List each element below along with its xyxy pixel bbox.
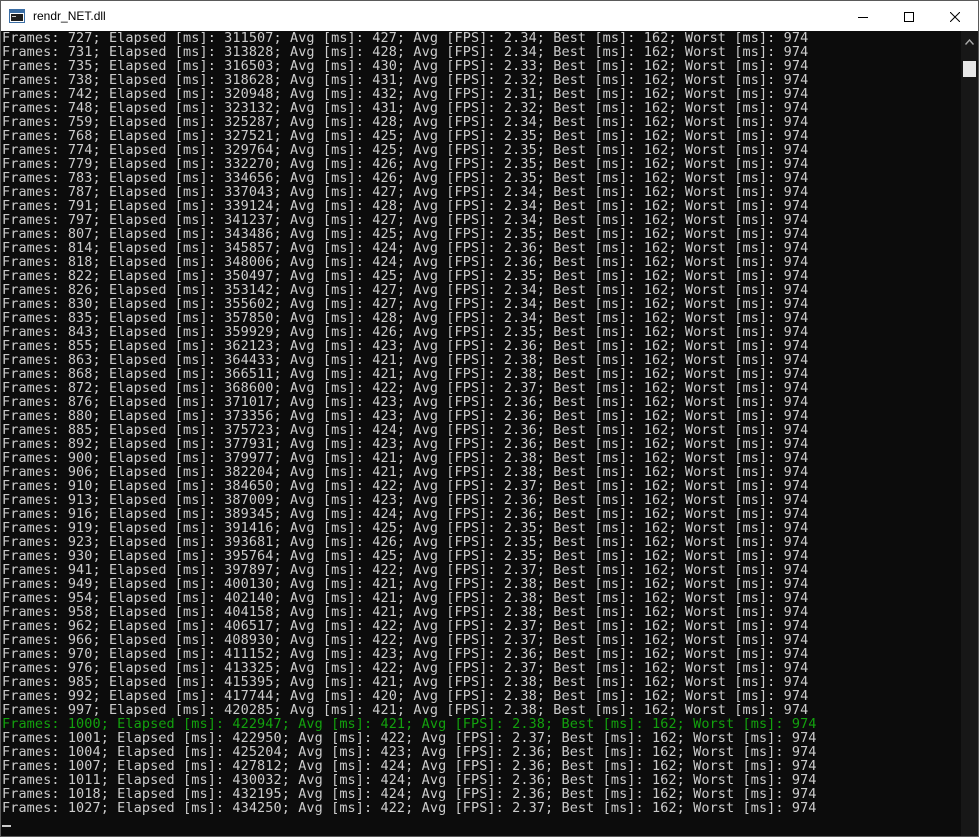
- console-line: Frames: 1018; Elapsed [ms]: 432195; Avg …: [2, 786, 817, 802]
- console-output[interactable]: Frames: 727; Elapsed [ms]: 311507; Avg […: [1, 31, 961, 836]
- console-line: Frames: 814; Elapsed [ms]: 345857; Avg […: [2, 240, 809, 256]
- close-icon: [949, 7, 961, 26]
- console-line: Frames: 791; Elapsed [ms]: 339124; Avg […: [2, 198, 809, 214]
- console-line: Frames: 962; Elapsed [ms]: 406517; Avg […: [2, 618, 809, 634]
- console-line: Frames: 892; Elapsed [ms]: 377931; Avg […: [2, 436, 809, 452]
- console-line: Frames: 958; Elapsed [ms]: 404158; Avg […: [2, 604, 809, 620]
- console-line: Frames: 910; Elapsed [ms]: 384650; Avg […: [2, 478, 809, 494]
- window-title: rendr_NET.dll: [33, 9, 106, 23]
- console-line: Frames: 787; Elapsed [ms]: 337043; Avg […: [2, 184, 809, 200]
- chevron-up-icon: [964, 30, 975, 49]
- console-line: Frames: 759; Elapsed [ms]: 325287; Avg […: [2, 114, 809, 130]
- console-line: Frames: 748; Elapsed [ms]: 323132; Avg […: [2, 100, 809, 116]
- console-line: Frames: 985; Elapsed [ms]: 415395; Avg […: [2, 674, 809, 690]
- console-line: Frames: 807; Elapsed [ms]: 343486; Avg […: [2, 226, 809, 242]
- window-controls: [840, 1, 978, 31]
- console-line: Frames: 855; Elapsed [ms]: 362123; Avg […: [2, 338, 809, 354]
- console-line: Frames: 738; Elapsed [ms]: 318628; Avg […: [2, 72, 809, 88]
- close-button[interactable]: [932, 1, 978, 31]
- console-line: Frames: 992; Elapsed [ms]: 417744; Avg […: [2, 688, 809, 704]
- console-window-icon: [9, 9, 25, 23]
- console-window: rendr_NET.dll Frames: 727; Elapsed [ms]:…: [0, 0, 979, 837]
- maximize-button[interactable]: [886, 1, 932, 31]
- scroll-up-button[interactable]: [961, 31, 978, 48]
- console-line: Frames: 966; Elapsed [ms]: 408930; Avg […: [2, 632, 809, 648]
- maximize-icon: [904, 7, 914, 26]
- console-line: Frames: 913; Elapsed [ms]: 387009; Avg […: [2, 492, 809, 508]
- console-line: Frames: 919; Elapsed [ms]: 391416; Avg […: [2, 520, 809, 536]
- console-line-highlighted: Frames: 1000; Elapsed [ms]: 422947; Avg …: [2, 716, 817, 732]
- console-line: Frames: 997; Elapsed [ms]: 420285; Avg […: [2, 702, 809, 718]
- console-line: Frames: 779; Elapsed [ms]: 332270; Avg […: [2, 156, 809, 172]
- console-line: Frames: 826; Elapsed [ms]: 353142; Avg […: [2, 282, 809, 298]
- vertical-scrollbar[interactable]: [961, 31, 978, 836]
- console-line: Frames: 783; Elapsed [ms]: 334656; Avg […: [2, 170, 809, 186]
- console-line: Frames: 880; Elapsed [ms]: 373356; Avg […: [2, 408, 809, 424]
- scrollbar-thumb[interactable]: [963, 61, 976, 77]
- console-line: Frames: 774; Elapsed [ms]: 329764; Avg […: [2, 142, 809, 158]
- console-line: Frames: 930; Elapsed [ms]: 395764; Avg […: [2, 548, 809, 564]
- console-line: Frames: 735; Elapsed [ms]: 316503; Avg […: [2, 58, 809, 74]
- console-line: Frames: 923; Elapsed [ms]: 393681; Avg […: [2, 534, 809, 550]
- minimize-icon: [858, 7, 868, 26]
- console-line: Frames: 906; Elapsed [ms]: 382204; Avg […: [2, 464, 809, 480]
- console-line: Frames: 872; Elapsed [ms]: 368600; Avg […: [2, 380, 809, 396]
- console-line: Frames: 1011; Elapsed [ms]: 430032; Avg …: [2, 772, 817, 788]
- console-line: Frames: 900; Elapsed [ms]: 379977; Avg […: [2, 450, 809, 466]
- title-bar[interactable]: rendr_NET.dll: [1, 1, 978, 31]
- console-line: Frames: 731; Elapsed [ms]: 313828; Avg […: [2, 44, 809, 60]
- console-line: Frames: 797; Elapsed [ms]: 341237; Avg […: [2, 212, 809, 228]
- console-line: Frames: 916; Elapsed [ms]: 389345; Avg […: [2, 506, 809, 522]
- console-line: Frames: 1004; Elapsed [ms]: 425204; Avg …: [2, 744, 817, 760]
- console-line: Frames: 949; Elapsed [ms]: 400130; Avg […: [2, 576, 809, 592]
- console-line: Frames: 868; Elapsed [ms]: 366511; Avg […: [2, 366, 809, 382]
- console-line: Frames: 1001; Elapsed [ms]: 422950; Avg …: [2, 730, 817, 746]
- console-line: Frames: 843; Elapsed [ms]: 359929; Avg […: [2, 324, 809, 340]
- console-line: Frames: 830; Elapsed [ms]: 355602; Avg […: [2, 296, 809, 312]
- console-line: Frames: 822; Elapsed [ms]: 350497; Avg […: [2, 268, 809, 284]
- console-line: Frames: 727; Elapsed [ms]: 311507; Avg […: [2, 31, 809, 46]
- console-line: Frames: 876; Elapsed [ms]: 371017; Avg […: [2, 394, 809, 410]
- console-line: Frames: 970; Elapsed [ms]: 411152; Avg […: [2, 646, 809, 662]
- console-line: Frames: 768; Elapsed [ms]: 327521; Avg […: [2, 128, 809, 144]
- console-line: Frames: 863; Elapsed [ms]: 364433; Avg […: [2, 352, 809, 368]
- console-line: Frames: 885; Elapsed [ms]: 375723; Avg […: [2, 422, 809, 438]
- console-line: Frames: 941; Elapsed [ms]: 397897; Avg […: [2, 562, 809, 578]
- text-cursor: [2, 825, 11, 827]
- console-line: Frames: 835; Elapsed [ms]: 357850; Avg […: [2, 310, 809, 326]
- console-line: Frames: 1007; Elapsed [ms]: 427812; Avg …: [2, 758, 817, 774]
- console-line: Frames: 818; Elapsed [ms]: 348006; Avg […: [2, 254, 809, 270]
- console-line: Frames: 742; Elapsed [ms]: 320948; Avg […: [2, 86, 809, 102]
- console-line: Frames: 1027; Elapsed [ms]: 434250; Avg …: [2, 800, 817, 816]
- console-line: Frames: 954; Elapsed [ms]: 402140; Avg […: [2, 590, 809, 606]
- minimize-button[interactable]: [840, 1, 886, 31]
- console-line: Frames: 976; Elapsed [ms]: 413325; Avg […: [2, 660, 809, 676]
